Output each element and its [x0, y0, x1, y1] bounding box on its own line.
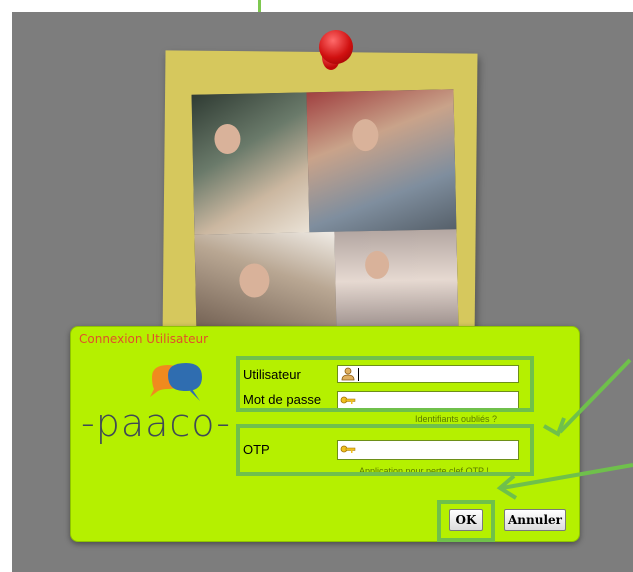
dialog-title: Connexion Utilisateur [79, 332, 209, 346]
cancel-button[interactable]: Annuler [504, 509, 566, 531]
annotation-line-top [258, 0, 261, 12]
annotation-arrows [496, 358, 633, 500]
photo-caregiver-wheelchair [191, 92, 310, 235]
brand-logo-text: -paaco- [81, 401, 231, 445]
photo-patient-bed [334, 229, 459, 332]
photo-collage [191, 89, 459, 335]
photo-woman-smiling [306, 89, 457, 233]
